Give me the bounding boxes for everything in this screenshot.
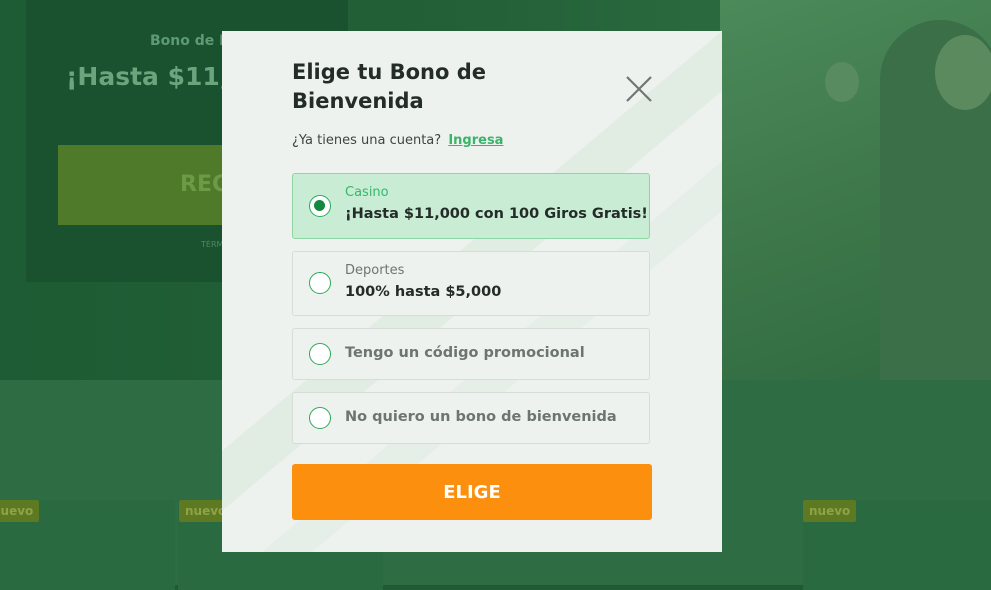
close-button[interactable] [620, 70, 658, 108]
option-sports-label: 100% hasta $5,000 [345, 284, 502, 300]
option-casino[interactable]: Casino ¡Hasta $11,000 con 100 Giros Grat… [292, 173, 650, 239]
option-no-bonus-label: No quiero un bono de bienvenida [345, 409, 617, 425]
option-promo-code[interactable]: Tengo un código promocional [292, 328, 650, 380]
background-photo-woman-head [935, 35, 991, 110]
bonus-modal: Elige tu Bono de Bienvenida ¿Ya tienes u… [222, 31, 722, 552]
login-prompt: ¿Ya tienes una cuenta? Ingresa [292, 133, 503, 148]
login-prompt-text: ¿Ya tienes una cuenta? [292, 133, 442, 148]
radio-no-bonus[interactable] [309, 407, 331, 429]
close-icon [626, 76, 652, 102]
background-card-title: ¡Hasta $11,000 [66, 62, 222, 91]
login-link[interactable]: Ingresa [448, 133, 503, 148]
choose-button[interactable]: ELIGE [292, 464, 652, 520]
option-promo-code-label: Tengo un código promocional [345, 345, 585, 361]
radio-promo-code[interactable] [309, 343, 331, 365]
radio-casino[interactable] [309, 195, 331, 217]
modal-title: Elige tu Bono de Bienvenida [292, 60, 487, 113]
option-casino-category: Casino [345, 185, 389, 200]
background-new-badge: nuevo [0, 500, 40, 522]
background-new-badge: nuevo [803, 500, 857, 522]
option-casino-label: ¡Hasta $11,000 con 100 Giros Gratis! [345, 206, 648, 222]
background-photo-person [825, 62, 859, 102]
option-sports[interactable]: Deportes 100% hasta $5,000 [292, 251, 650, 316]
radio-sports[interactable] [309, 272, 331, 294]
option-sports-category: Deportes [345, 263, 405, 278]
option-no-bonus[interactable]: No quiero un bono de bienvenida [292, 392, 650, 444]
radio-selected-dot [314, 200, 325, 211]
